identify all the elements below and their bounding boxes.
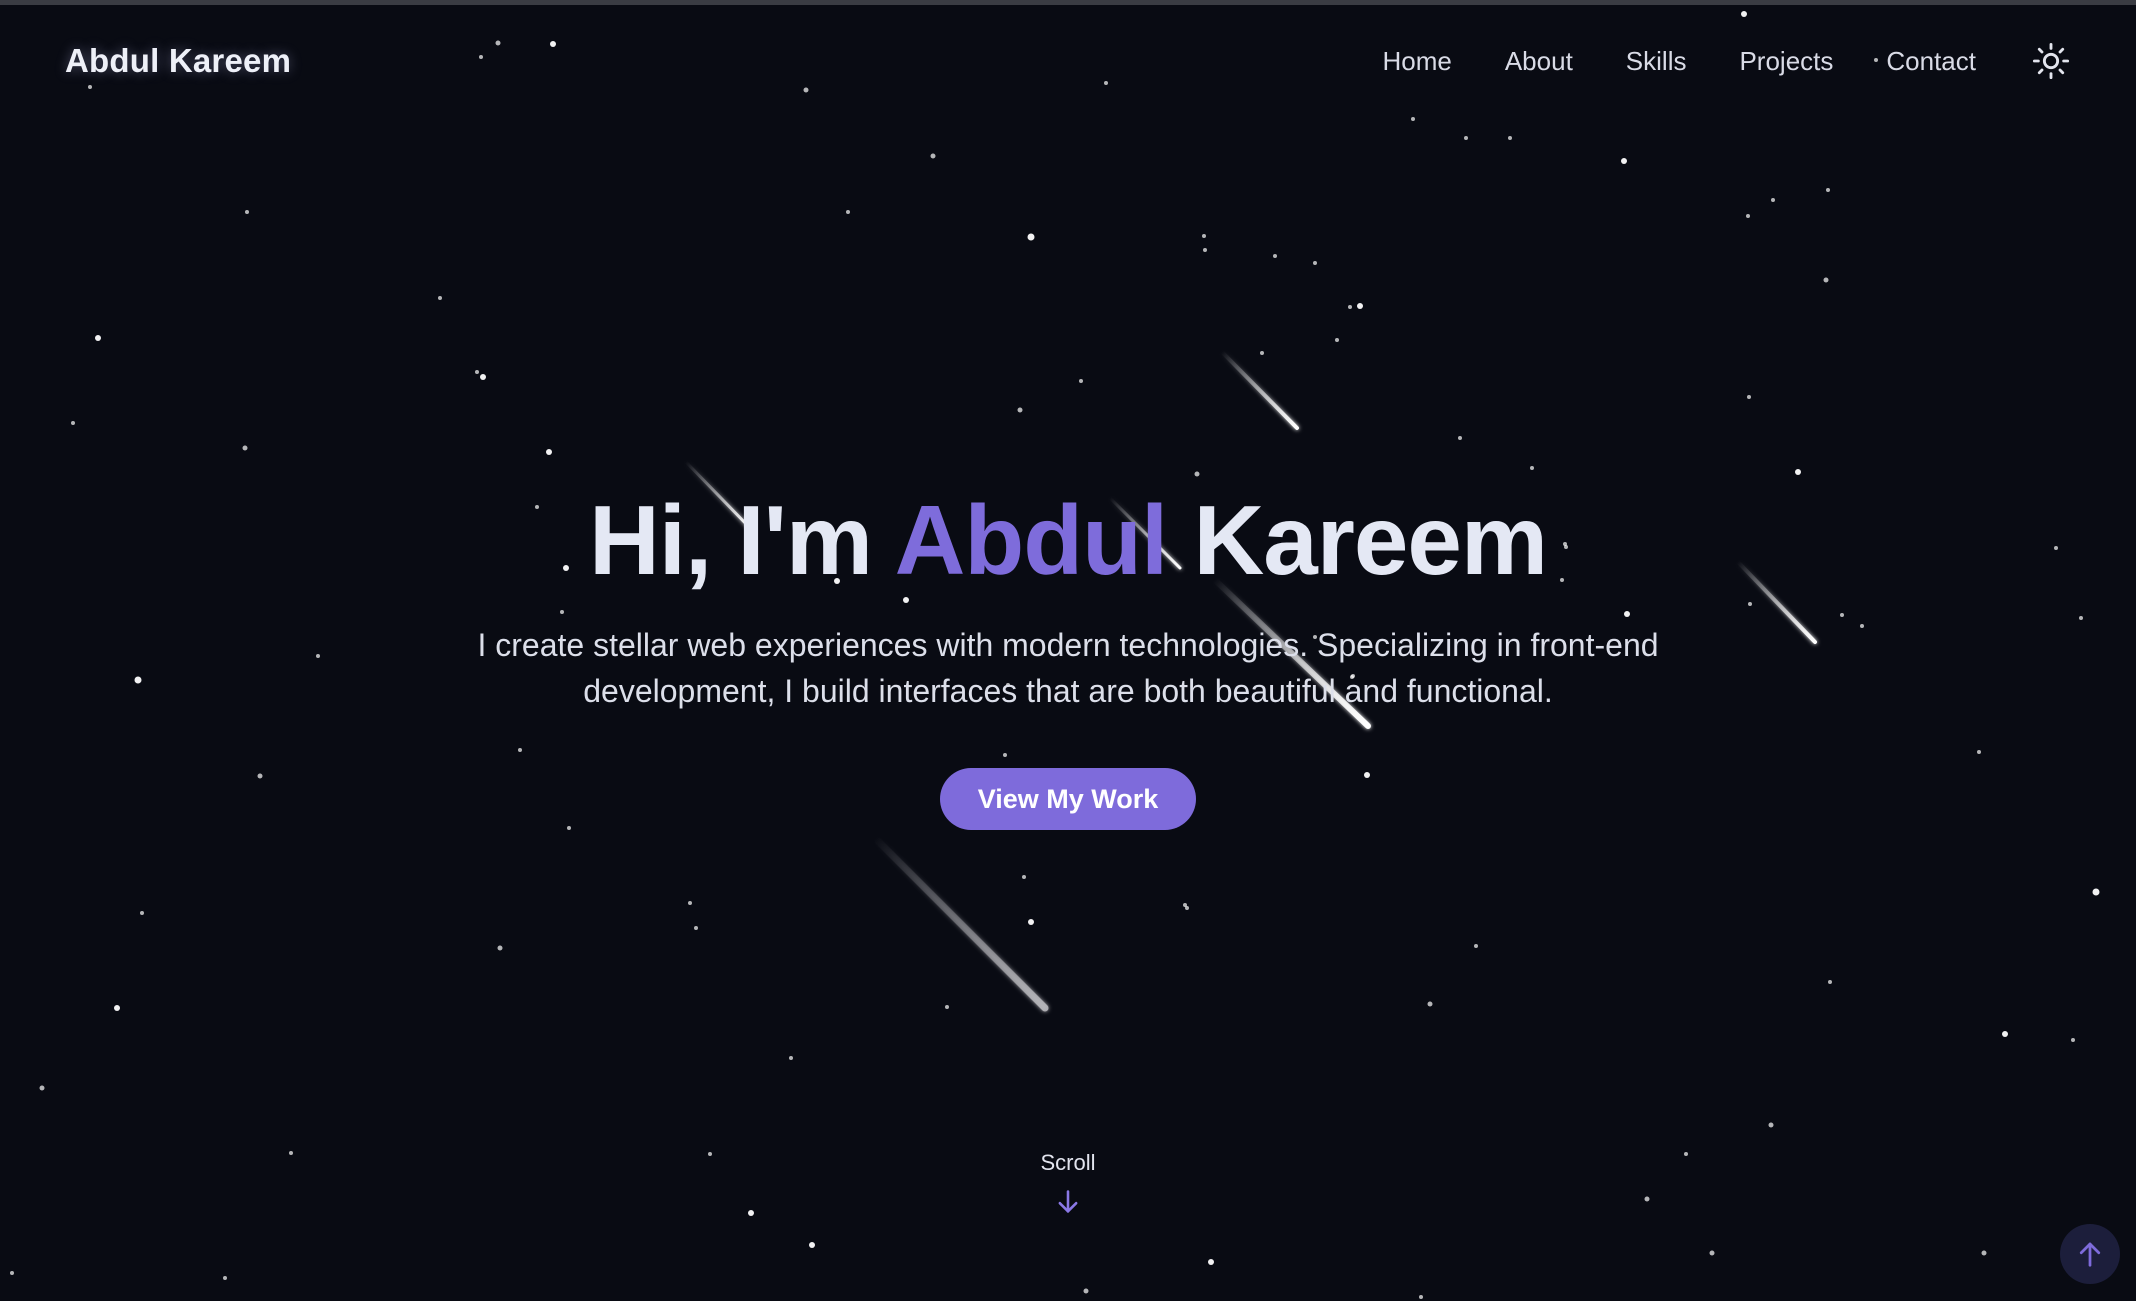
arrow-down-icon[interactable] [1054,1188,1082,1221]
star [1458,436,1462,440]
star [846,210,850,214]
star [39,1085,45,1091]
shooting-star [1220,350,1299,430]
nav-link-skills[interactable]: Skills [1626,38,1687,84]
star [1185,906,1189,910]
star [1203,248,1207,252]
star [688,901,692,905]
star [1709,1250,1715,1256]
star [1313,261,1317,265]
back-to-top-button[interactable] [2060,1224,2120,1284]
star [1357,303,1363,309]
nav-link-projects[interactable]: Projects [1739,38,1833,84]
hero-title-suffix: Kareem [1167,485,1548,595]
main-nav: Home About Skills Projects Contact [1382,38,2074,84]
nav-link-about[interactable]: About [1505,38,1573,84]
star [930,153,936,159]
nav-link-contact[interactable]: Contact [1886,38,1976,84]
star [546,449,552,455]
star [1981,1250,1987,1256]
hero-title-accent: Abdul [894,485,1169,595]
star [1028,919,1034,925]
star [809,1242,815,1248]
star [1183,903,1187,907]
star [114,1005,120,1011]
star [1208,1259,1214,1265]
star [223,1276,227,1280]
scroll-indicator: Scroll [0,1150,2136,1221]
star [438,296,442,300]
site-logo[interactable]: Abdul Kareem [65,42,291,80]
star [1768,1122,1774,1128]
star [1419,1295,1423,1299]
scroll-label: Scroll [1040,1150,1096,1175]
star [2002,1031,2008,1037]
view-my-work-button[interactable]: View My Work [939,768,1197,830]
star [2092,888,2100,896]
arrow-up-icon [2079,1242,2101,1267]
star [1427,1001,1433,1007]
shooting-star [871,834,1049,1012]
star [71,421,75,425]
star [945,1005,949,1009]
theme-toggle-button[interactable] [2028,38,2074,84]
star [1828,980,1832,984]
star [242,445,248,451]
star [10,1271,14,1275]
star [1771,198,1775,202]
star [1273,254,1277,258]
star [1508,136,1512,140]
star [1079,379,1083,383]
site-header: Abdul Kareem Home About Skills Projects … [0,0,2136,126]
star [475,370,479,374]
star [140,911,144,915]
hero-description: I create stellar web experiences with mo… [477,627,1659,709]
sun-icon [2032,42,2070,80]
star [1464,136,1468,140]
star [1348,305,1352,309]
star [2071,1038,2075,1042]
nav-link-home[interactable]: Home [1382,38,1451,84]
star [1017,407,1023,413]
star [497,945,503,951]
star [1260,351,1264,355]
star [1335,338,1339,342]
star [480,374,486,380]
star [1083,1288,1089,1294]
star [1202,234,1206,238]
star [1027,233,1035,241]
star [95,335,101,341]
star [1826,188,1830,192]
star [1747,395,1751,399]
star [1823,277,1829,283]
hero-title-prefix: Hi, I'm [588,485,895,595]
star [245,210,249,214]
star [789,1056,793,1060]
star [1746,214,1750,218]
hero-section: Hi, I'm Abdul Kareem I create stellar we… [0,470,2136,830]
hero-title: Hi, I'm Abdul Kareem [0,470,2136,610]
star [694,926,698,930]
star [1022,875,1026,879]
star [1621,158,1627,164]
star [1474,944,1478,948]
